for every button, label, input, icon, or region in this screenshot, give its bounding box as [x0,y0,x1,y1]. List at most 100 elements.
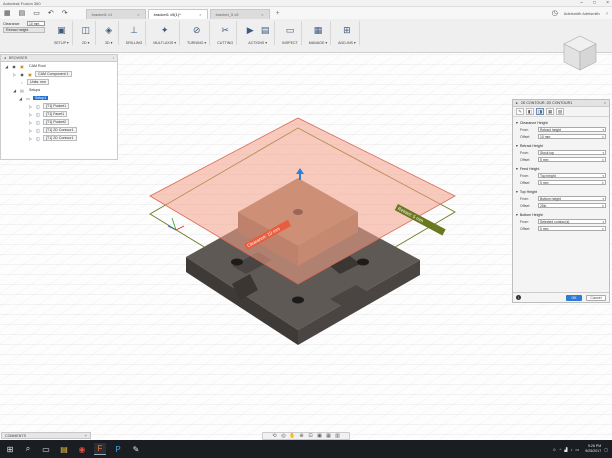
chrome-icon[interactable]: ◉ [76,443,88,455]
expand-arrow-icon[interactable]: ◢ [19,96,23,101]
offset-input[interactable]: 5 mm ⇕ [538,156,606,163]
offset-input[interactable]: 5 mm ⇕ [538,179,606,186]
tab-bracket5[interactable]: bracket_5 v5 × [209,9,270,19]
photoshop-icon[interactable]: P [112,443,124,455]
pan-icon[interactable]: ✋ [289,433,296,439]
viewports-icon[interactable]: ▥ [334,433,341,439]
toolbar-group-2d[interactable]: ◫ 2D ▾ [77,21,96,45]
close-icon[interactable]: × [606,0,609,6]
close-icon[interactable]: × [604,101,606,105]
show-hidden-icon[interactable]: ^ [559,447,561,452]
tree-item-pocket2[interactable]: ▷ ◫ [T1] Pocket2 [1,118,117,126]
tree-item-cam-root[interactable]: ◢ ◉ ▣ CAM Root [1,62,117,70]
help-icon[interactable]: ? [606,11,608,16]
from-select[interactable]: Retract height ▾ [538,126,606,133]
tree-item-pocket1[interactable]: ▷ ◫ [T1] Pocket1 [1,102,117,110]
toolbar-group-cutting[interactable]: ✂ CUTTING [214,21,238,45]
close-tab-icon[interactable]: × [261,12,263,17]
expand-arrow-icon[interactable]: ▷ [13,72,17,77]
view-cube[interactable] [560,30,600,76]
look-at-icon[interactable]: ◎ [280,433,287,439]
file-explorer-icon[interactable]: ▤ [58,443,70,455]
tab-bracket1[interactable]: bracket1 v1 × [85,9,146,19]
tree-item-setups[interactable]: ◢ ▤ Setups [1,86,117,94]
grid-settings-icon[interactable]: ▦ [325,433,332,439]
drag-arrow-icon[interactable] [296,168,304,180]
maximize-icon[interactable]: □ [593,0,596,6]
zoom-icon[interactable]: ⊕ [298,433,305,439]
from-select[interactable]: Bottom height ▾ [538,195,606,202]
geometry-tab-icon[interactable]: ◧ [526,108,534,115]
toolbar-group-inspect[interactable]: ▭ INSPECT [279,21,302,45]
ok-button[interactable]: OK [566,294,582,301]
toolbar-group-3d[interactable]: ◈ 3D ▾ [100,21,119,45]
apps-grid-icon[interactable]: ▦ [4,9,11,17]
tree-item-setup1[interactable]: ◢ ▭ Setup1 [1,94,117,102]
tree-item-2d-contour2[interactable]: ▷ ◫ [T1] 2D Contour1 [1,134,117,142]
search-icon[interactable]: ⌕ [22,443,34,455]
fusion-360-icon[interactable]: F [94,443,106,455]
add-comment-icon[interactable]: + [85,434,87,438]
offset-input[interactable]: 0 mm ⇕ [538,225,606,232]
clearance-value-input[interactable]: 10 mm [27,21,45,26]
file-menu-icon[interactable]: ▤ [19,9,26,17]
linking-tab-icon[interactable]: ▧ [556,108,564,115]
comments-panel[interactable]: COMMENTS + [1,432,91,439]
zoom-window-icon[interactable]: ⊡ [307,433,314,439]
heights-tab-icon[interactable]: ◨ [536,108,544,115]
orbit-icon[interactable]: ⟲ [271,433,278,439]
section-header[interactable]: ▾ Clearance Height [513,119,609,126]
save-icon[interactable]: ▭ [33,9,40,17]
toolbar-group-actions[interactable]: ▶ ▤ ACTIONS ▾ [241,21,276,45]
toolbar-group-turning[interactable]: ⊘ TURNING ▾ [184,21,211,45]
offset-input[interactable]: 25in ⇕ [538,202,606,209]
toolbar-group-multi-axis[interactable]: ✦ MULTI-AXIS ▾ [150,21,181,45]
volume-icon[interactable]: ♪ [570,447,572,452]
notifications-icon[interactable]: ▢ [604,447,608,452]
from-select[interactable]: Stock top ▾ [538,149,606,156]
from-select[interactable]: Selected contour(s) ▾ [538,218,606,225]
tree-item-2d-contour1[interactable]: ▷ ◫ [T1] 2D Contour1 [1,126,117,134]
tool-tab-icon[interactable]: ✎ [516,108,524,115]
display-settings-icon[interactable]: ▣ [316,433,323,439]
passes-tab-icon[interactable]: ▦ [546,108,554,115]
redo-icon[interactable]: ↷ [62,9,68,17]
expand-arrow-icon[interactable]: ◢ [5,64,9,69]
pin-icon[interactable]: ▪ [113,56,114,60]
new-tab-icon[interactable]: + [272,10,284,17]
from-select[interactable]: Top height ▾ [538,172,606,179]
section-header[interactable]: ▾ Top Height [513,188,609,195]
expand-arrow-icon[interactable]: ▷ [29,112,33,117]
close-tab-icon[interactable]: × [137,12,139,17]
tree-item-facet1[interactable]: ▷ ◫ [T1] Facet1 [1,110,117,118]
tab-bracket1-v5[interactable]: bracket1 v5(1)* × [147,9,208,19]
job-status-icon[interactable]: ◷ [552,9,558,17]
clearance-height-select[interactable]: Retract height [3,27,45,33]
toolbar-group-add-ins[interactable]: ⊞ ADD-INS ▾ [335,21,360,45]
people-icon[interactable]: ☺ [552,447,556,452]
section-header[interactable]: ▾ Retract Height [513,142,609,149]
collapse-icon[interactable]: ◂ [4,56,6,60]
offset-input[interactable]: 10 mm ⇕ [538,133,606,140]
system-clock[interactable]: 9:26 PM 9/25/2017 [585,444,601,454]
close-tab-icon[interactable]: × [199,12,201,17]
section-header[interactable]: ▾ Bottom Height [513,211,609,218]
toolbar-group-setup[interactable]: ▣ SETUP ▾ [51,21,73,45]
tool-app-icon[interactable]: ✎ [130,443,142,455]
tree-item-units[interactable]: ▫ Units: mm [1,78,117,86]
expand-arrow-icon[interactable]: ▷ [29,128,33,133]
tree-item-cam-component[interactable]: ▷ ◉ ▣ CAM Component 1 [1,70,117,78]
cancel-button[interactable]: Cancel [586,294,606,301]
network-icon[interactable]: ▟ [564,447,567,452]
toolbar-group-manage[interactable]: ▦ MANAGE ▾ [306,21,332,45]
eye-icon[interactable]: ◉ [19,72,25,77]
section-header[interactable]: ▾ Feed Height [513,165,609,172]
toolbar-group-drilling[interactable]: ⊥ DRILLING [123,21,147,45]
expand-arrow-icon[interactable]: ▷ [29,120,33,125]
user-name[interactable]: Adelsmith Adelsmith [564,11,600,16]
info-icon[interactable]: i [516,295,521,300]
browser-header[interactable]: ◂ BROWSER ▪ [1,55,117,62]
dialog-header[interactable]: ▸ 2D CONTOUR: 2D CONTOUR1 × [513,100,609,107]
minimize-icon[interactable]: – [580,0,583,6]
expand-arrow-icon[interactable]: ◢ [13,88,17,93]
